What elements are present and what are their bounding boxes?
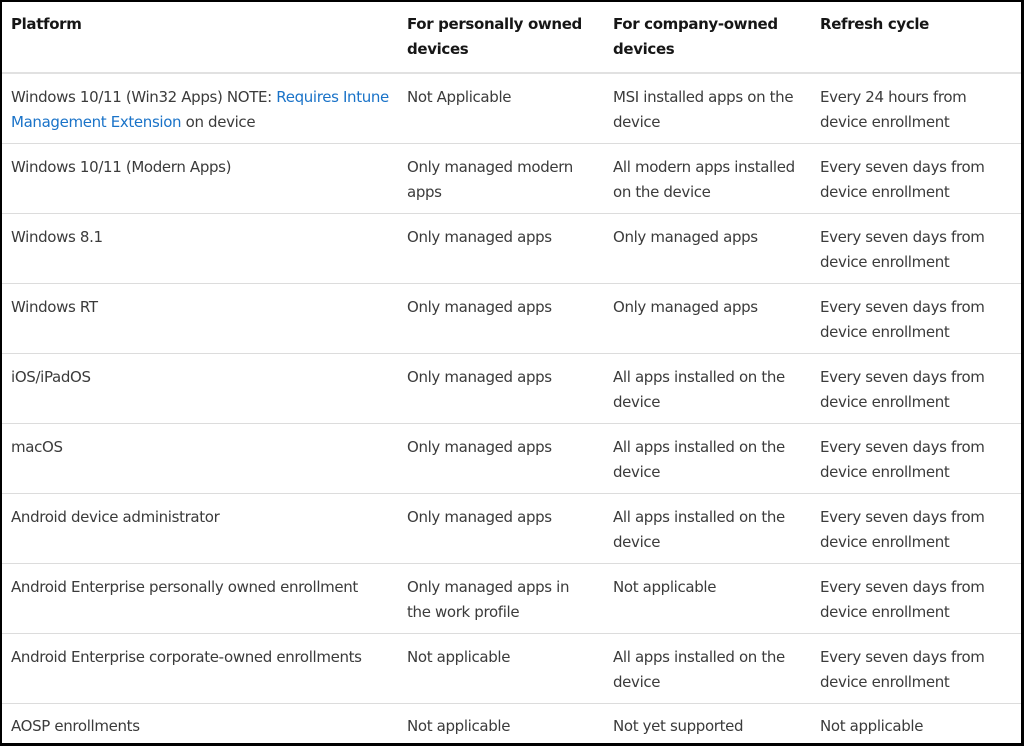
cell-refresh: Every seven days from device enrollment [811, 633, 1021, 704]
cell-personal: Only managed apps [398, 493, 604, 564]
table-row: Android Enterprise corporate-owned enrol… [2, 633, 1021, 704]
cell-refresh: Every seven days from device enrollment [811, 493, 1021, 564]
cell-platform: Android device administrator [2, 493, 398, 564]
platform-text: Windows 10/11 (Win32 Apps) NOTE: [11, 88, 277, 106]
cell-platform: Windows 8.1 [2, 213, 398, 284]
cell-refresh: Every 24 hours from device enrollment [811, 73, 1021, 144]
cell-platform: Android Enterprise corporate-owned enrol… [2, 633, 398, 704]
cell-platform: macOS [2, 423, 398, 494]
cell-platform: Windows 10/11 (Win32 Apps) NOTE: Require… [2, 73, 398, 144]
app-inventory-table: Platform For personally owned devices Fo… [2, 2, 1021, 744]
table-row: Windows RT Only managed apps Only manage… [2, 283, 1021, 354]
cell-platform: AOSP enrollments [11, 716, 140, 735]
cell-refresh: Every seven days from device enrollment [811, 423, 1021, 494]
table-row: AOSP enrollments Not applicable Not yet … [2, 703, 1021, 744]
header-personally-owned: For personally owned devices [398, 2, 604, 74]
table-row: iOS/iPadOS Only managed apps All apps in… [2, 353, 1021, 424]
table-row: Windows 10/11 (Win32 Apps) NOTE: Require… [2, 73, 1021, 144]
cell-company: All apps installed on the device [604, 353, 811, 424]
header-refresh-cycle: Refresh cycle [811, 2, 1021, 74]
cell-platform: Android Enterprise personally owned enro… [2, 563, 398, 634]
cell-refresh: Every seven days from device enrollment [811, 563, 1021, 634]
table-row: macOS Only managed apps All apps install… [2, 423, 1021, 494]
header-company-owned: For company-owned devices [604, 2, 811, 74]
cell-refresh: Every seven days from device enrollment [811, 353, 1021, 424]
table-row: Windows 8.1 Only managed apps Only manag… [2, 213, 1021, 284]
header-platform: Platform [2, 2, 398, 74]
cell-personal: Only managed apps in the work profile [398, 563, 604, 634]
table-row: Windows 10/11 (Modern Apps) Only managed… [2, 143, 1021, 214]
cell-company: Not applicable [604, 563, 811, 634]
cell-refresh: Every seven days from device enrollment [811, 213, 1021, 284]
cell-personal: Only managed apps [398, 213, 604, 284]
cell-platform: iOS/iPadOS [2, 353, 398, 424]
cell-company: All modern apps installed on the device [604, 143, 811, 214]
cell-company: Not yet supported [613, 716, 744, 735]
cell-personal: Only managed apps [398, 423, 604, 494]
cell-platform: Windows RT [2, 283, 398, 354]
cell-company: MSI installed apps on the device [604, 73, 811, 144]
cell-personal: Only managed apps [398, 283, 604, 354]
cell-personal: Only managed apps [398, 353, 604, 424]
cell-personal: Not applicable [398, 633, 604, 704]
cell-refresh: Every seven days from device enrollment [811, 143, 1021, 214]
cell-platform: Windows 10/11 (Modern Apps) [2, 143, 398, 214]
cell-personal: Not Applicable [398, 73, 604, 144]
cell-refresh: Every seven days from device enrollment [811, 283, 1021, 354]
cell-company: All apps installed on the device [604, 493, 811, 564]
cell-company: Only managed apps [604, 283, 811, 354]
cell-company: All apps installed on the device [604, 633, 811, 704]
cell-personal: Only managed modern apps [398, 143, 604, 214]
table-row: Android device administrator Only manage… [2, 493, 1021, 564]
platform-suffix-text: on device [181, 113, 256, 131]
table-row: Android Enterprise personally owned enro… [2, 563, 1021, 634]
table-frame: Platform For personally owned devices Fo… [0, 0, 1024, 746]
cell-company: All apps installed on the device [604, 423, 811, 494]
table-header-row: Platform For personally owned devices Fo… [2, 2, 1021, 74]
cell-refresh: Not applicable [820, 716, 924, 735]
cell-company: Only managed apps [604, 213, 811, 284]
cell-personal: Not applicable [407, 716, 511, 735]
